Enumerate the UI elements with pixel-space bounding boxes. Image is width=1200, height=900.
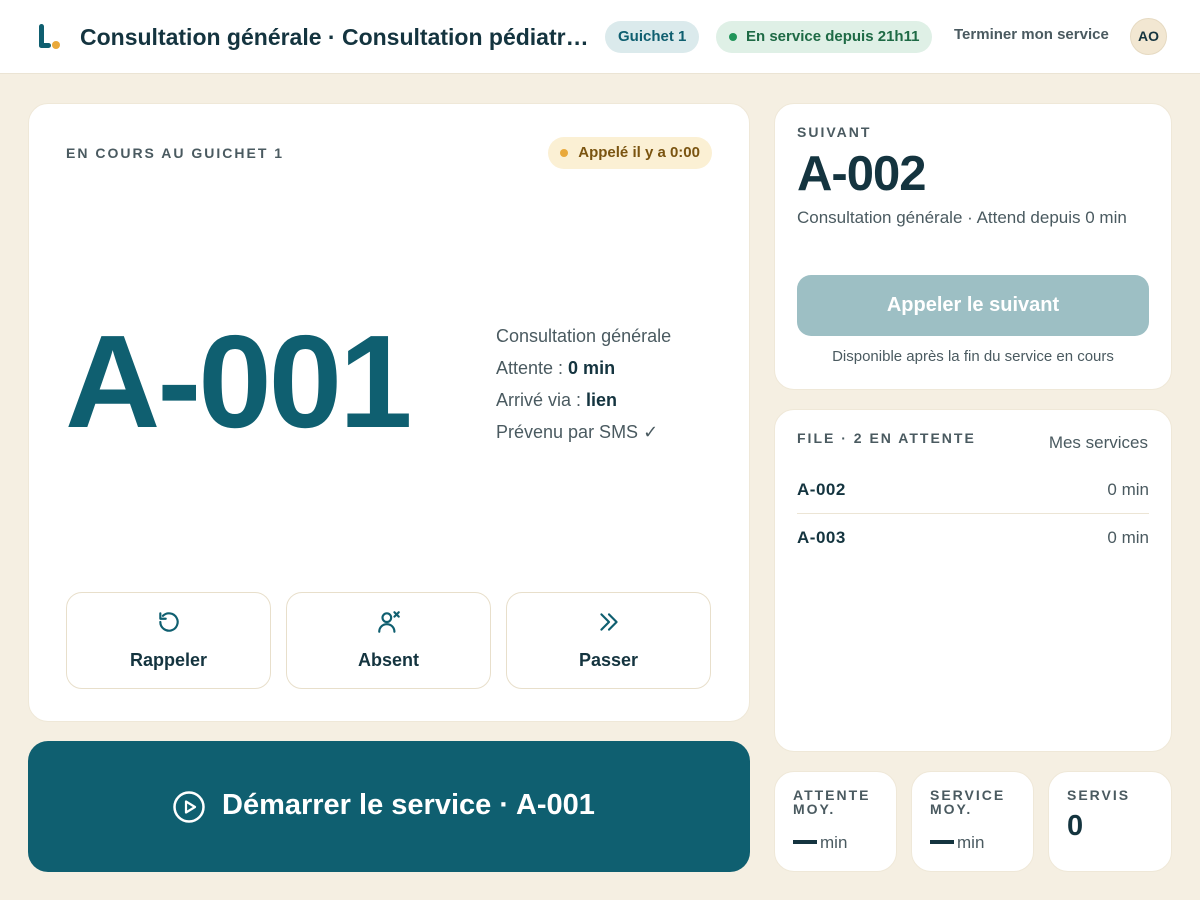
play-icon [173, 791, 205, 823]
skip-button[interactable]: Passer [506, 592, 711, 689]
service-status-label: En service depuis 21h11 [746, 28, 920, 45]
end-service-button[interactable]: Terminer mon service [954, 26, 1109, 43]
queue-row-ticket: A-002 [797, 480, 846, 499]
top-bar: Consultation générale · Consultation péd… [0, 0, 1200, 74]
next-ticket-meta: Consultation générale · Attend depuis 0 … [797, 208, 1127, 227]
ticket-wait-value: 0 min [568, 358, 616, 378]
next-eyebrow: SUIVANT [797, 124, 872, 140]
skip-icon [600, 613, 618, 631]
stat-served-label: SERVIS [1067, 787, 1131, 803]
absent-label: Absent [357, 650, 419, 670]
queue-row[interactable]: A-002 0 min [797, 466, 1149, 514]
queue-card: FILE · 2 EN ATTENTE Mes services A-002 0… [774, 409, 1172, 752]
absent-icon [378, 611, 400, 633]
service-status-badge: En service depuis 21h11 [716, 21, 933, 53]
call-next-hint: Disponible après la fin du service en co… [832, 348, 1114, 365]
stat-avg-wait: ATTENTE MOY. min [774, 771, 897, 872]
stat-avg-service: SERVICE MOY. min [911, 771, 1034, 872]
ticket-sms: Prévenu par SMS ✓ [496, 422, 659, 442]
ticket-wait: Attente : 0 min [496, 358, 616, 378]
start-service-label: Démarrer le service · A-001 [222, 789, 595, 821]
recall-icon [159, 612, 179, 632]
stat-avg-service-label: SERVICE MOY. [930, 787, 1006, 817]
start-service-button[interactable]: Démarrer le service · A-001 [28, 741, 750, 872]
call-next-button[interactable]: Appeler le suivant [797, 275, 1149, 336]
avatar[interactable]: AO [1130, 18, 1167, 55]
app-logo-icon [36, 22, 64, 54]
ticket-info: Consultation générale Attente : 0 min Ar… [496, 320, 671, 448]
next-ticket-card: SUIVANT A-002 Consultation générale · At… [774, 103, 1172, 390]
next-ticket-number: A-002 [797, 147, 926, 201]
stat-served-value: 0 [1067, 810, 1084, 842]
called-badge: Appelé il y a 0:00 [548, 137, 712, 169]
status-dot-icon [729, 33, 737, 41]
current-ticket-card: EN COURS AU GUICHET 1 Appelé il y a 0:00… [28, 103, 750, 722]
recall-label: Rappeler [129, 650, 208, 670]
stat-avg-wait-value: min [793, 833, 847, 853]
current-eyebrow: EN COURS AU GUICHET 1 [66, 145, 285, 161]
queue-row[interactable]: A-003 0 min [797, 514, 1149, 562]
current-ticket-number: A-001 [65, 308, 413, 455]
page-title: Consultation générale · Consultation péd… [80, 24, 590, 50]
skip-label: Passer [578, 650, 639, 670]
ticket-service: Consultation générale [496, 326, 672, 346]
stat-avg-service-value: min [930, 833, 984, 853]
queue-filter-toggle[interactable]: Mes services [1049, 433, 1148, 453]
ticket-arrival-value: lien [586, 390, 618, 410]
queue-row-wait: 0 min [1107, 528, 1149, 547]
guichet-badge: Guichet 1 [605, 21, 700, 53]
called-badge-label: Appelé il y a 0:00 [578, 144, 700, 161]
queue-eyebrow: FILE · 2 EN ATTENTE [797, 430, 976, 446]
stat-avg-wait-label: ATTENTE MOY. [793, 787, 871, 817]
recall-button[interactable]: Rappeler [66, 592, 271, 689]
absent-button[interactable]: Absent [286, 592, 491, 689]
queue-row-wait: 0 min [1107, 480, 1149, 499]
stat-served: SERVIS 0 [1048, 771, 1172, 872]
ticket-arrival: Arrivé via : lien [496, 390, 618, 410]
empty-value-dash [930, 839, 954, 844]
empty-value-dash [793, 839, 817, 844]
called-dot-icon [560, 149, 569, 157]
queue-row-ticket: A-003 [797, 528, 846, 547]
